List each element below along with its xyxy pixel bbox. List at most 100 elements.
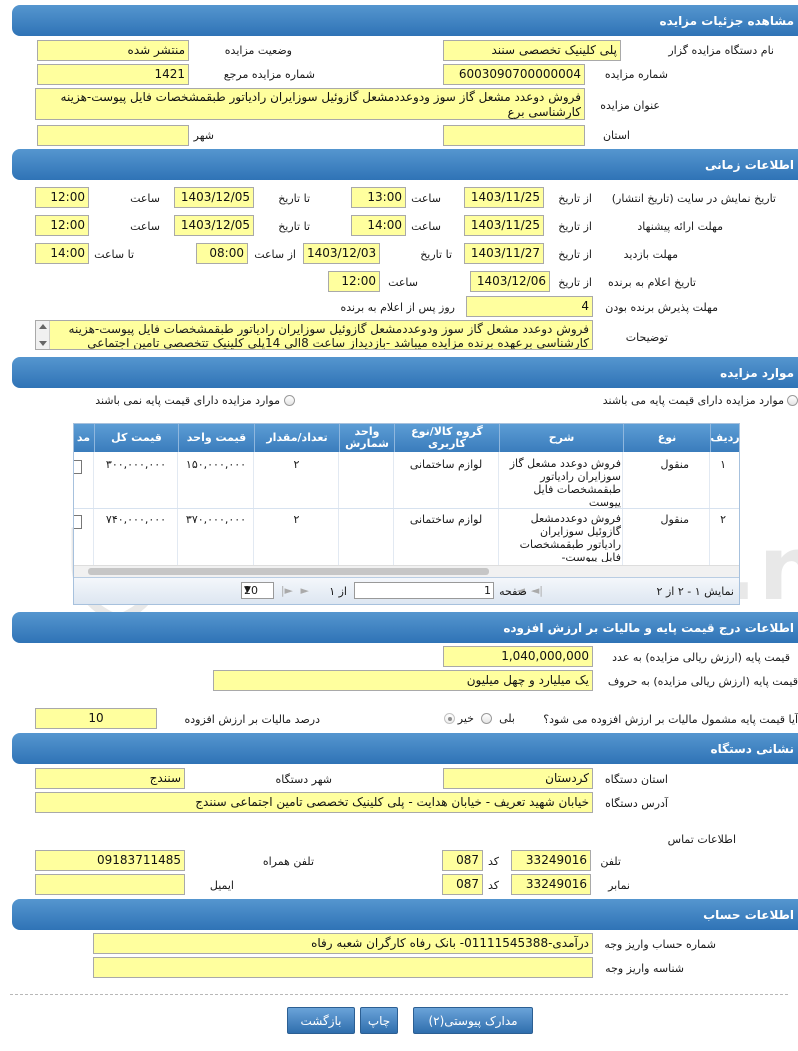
phone-code-field[interactable]: 087 [442, 850, 483, 871]
cell-total: ۳۰۰,۰۰۰,۰۰۰ [105, 458, 167, 471]
cell-desc: فروش دوعدد مشعل گاز سوزایران رادیاتور طب… [509, 457, 621, 509]
status-field[interactable]: منتشر شده [37, 40, 189, 61]
description-textarea[interactable]: فروش دوعدد مشعل گاز سوز ودوعددمشعل گازوئ… [35, 320, 593, 350]
scroll-down-icon[interactable] [39, 341, 47, 346]
province-label: استان [602, 129, 630, 142]
pager-next-icon[interactable]: ► [301, 584, 309, 597]
with-base-price-radio[interactable] [787, 395, 798, 406]
section-auction-details: مشاهده جزئیات مزایده [12, 5, 798, 36]
mobile-field[interactable]: 09183711485 [35, 850, 185, 871]
ref-number-field[interactable]: 1421 [37, 64, 189, 85]
pager-last-icon[interactable]: ►| [281, 584, 293, 597]
pager-size-select[interactable]: 20 ▼ [241, 582, 274, 599]
row-action-checkbox[interactable] [74, 460, 82, 474]
offer-from-time-label: ساعت [411, 220, 441, 233]
fax-field[interactable]: 33249016 [511, 874, 591, 895]
offer-to-date-field[interactable]: 1403/12/05 [174, 215, 254, 236]
scroll-up-icon[interactable] [39, 324, 47, 329]
without-base-price-radio[interactable] [284, 395, 295, 406]
accept-days-field[interactable]: 4 [466, 296, 593, 317]
visit-from-time-label: از ساعت [254, 248, 296, 261]
vat-percent-field[interactable]: 10 [35, 708, 157, 729]
cell-qty: ۲ [293, 458, 300, 471]
pager-first-icon[interactable]: |◄ [531, 584, 543, 597]
account-number-field[interactable]: درآمدی-01111545388- بانک رفاه کارگران شع… [93, 933, 593, 954]
table-horizontal-scrollbar[interactable] [74, 565, 739, 577]
winner-date-field[interactable]: 1403/12/06 [470, 271, 550, 292]
base-price-num-field[interactable]: 1,040,000,000 [443, 646, 593, 667]
org-field[interactable]: پلی کلینیک تخصصی سنند [443, 40, 621, 61]
visit-from-date-field[interactable]: 1403/11/27 [464, 243, 544, 264]
city-field[interactable] [37, 125, 189, 146]
display-to-time-field[interactable]: 12:00 [35, 187, 89, 208]
pager-page-input[interactable]: 1 [354, 582, 494, 599]
pager-page-label: صفحه [499, 585, 527, 598]
visit-to-date-label: تا تاریخ [420, 248, 452, 261]
account-number-label: شماره حساب واریز وجه [604, 938, 716, 951]
number-field[interactable]: 6003090700000004 [443, 64, 585, 85]
title-field[interactable]: فروش دوعدد مشعل گاز سوز ودوعددمشعل گازوئ… [35, 88, 585, 120]
device-address-label: آدرس دستگاه [605, 797, 668, 810]
cell-unit-price: ۱۵۰,۰۰۰,۰۰۰ [185, 458, 247, 471]
without-base-price-label: موارد مزایده دارای قیمت پایه نمی باشند [95, 394, 280, 407]
province-field[interactable] [443, 125, 585, 146]
visit-from-time-field[interactable]: 08:00 [196, 243, 248, 264]
visit-to-date-field[interactable]: 1403/12/03 [303, 243, 380, 264]
offer-to-time-field[interactable]: 12:00 [35, 215, 89, 236]
description-scrollbar[interactable] [36, 321, 50, 349]
base-price-words-field[interactable]: یک میلیارد و چهل میلیون [213, 670, 593, 691]
display-from-date-field[interactable]: 1403/11/25 [464, 187, 544, 208]
col-row[interactable]: ردیف [710, 424, 739, 452]
payment-id-field[interactable] [93, 957, 593, 978]
device-city-field[interactable]: سنندج [35, 768, 185, 789]
phone-field[interactable]: 33249016 [511, 850, 591, 871]
display-date-label: تاریخ نمایش در سایت (تاریخ انتشار) [611, 192, 776, 205]
vat-no-label: خیر [457, 712, 474, 725]
vat-no-radio[interactable] [444, 713, 455, 724]
display-to-date-field[interactable]: 1403/12/05 [174, 187, 254, 208]
col-unit-price[interactable]: قیمت واحد [178, 424, 254, 452]
print-button[interactable]: چاپ [360, 1007, 398, 1034]
offer-from-date-label: از تاریخ [558, 220, 592, 233]
payment-id-label: شناسه واریز وجه [605, 962, 684, 975]
back-button[interactable]: بازگشت [287, 1007, 355, 1034]
phone-code-label: کد [487, 855, 499, 868]
row-action-checkbox[interactable] [74, 515, 82, 529]
email-field[interactable] [35, 874, 185, 895]
attachments-button[interactable]: مدارک پیوستی(۲) [413, 1007, 533, 1034]
col-desc[interactable]: شرح [499, 424, 623, 452]
vat-question-label: آیا قیمت پایه مشمول مالیات بر ارزش افزود… [543, 713, 798, 726]
device-address-field[interactable]: خیابان شهید تعریف - خیابان هدایت - پلی ک… [35, 792, 593, 813]
col-unit[interactable]: واحد شمارش [339, 424, 394, 452]
cell-qty: ۲ [293, 513, 300, 526]
offer-from-time-field[interactable]: 14:00 [351, 215, 406, 236]
winner-time-field[interactable]: 12:00 [328, 271, 380, 292]
device-city-label: شهر دستگاه [275, 773, 332, 786]
col-qty[interactable]: تعداد/مقدار [254, 424, 339, 452]
base-price-words-label: قیمت پایه (ارزش ریالی مزایده) به حروف [607, 675, 798, 688]
scrollbar-thumb[interactable] [88, 568, 489, 575]
col-group[interactable]: گروه کالا/نوع کاربری [394, 424, 499, 452]
device-province-field[interactable]: کردستان [443, 768, 593, 789]
pager-summary: نمایش ۱ - ۲ از ۲ [656, 585, 734, 598]
table-pager: نمایش ۱ - ۲ از ۲ |◄ ◄ صفحه 1 از ۱ ► ►| 2… [74, 577, 739, 604]
col-total[interactable]: قیمت کل [94, 424, 178, 452]
col-extra[interactable]: مد [74, 424, 94, 452]
cell-type: منقول [660, 513, 689, 526]
offer-to-date-label: تا تاریخ [278, 220, 310, 233]
offer-deadline-label: مهلت ارائه پیشنهاد [637, 220, 723, 233]
description-line-2: کارشناسی برعهده برنده مزایده میباشد -باز… [87, 336, 589, 350]
base-price-num-label: قیمت پایه (ارزش ریالی مزایده) به عدد [612, 651, 790, 664]
fax-code-field[interactable]: 087 [442, 874, 483, 895]
display-from-time-field[interactable]: 13:00 [351, 187, 406, 208]
cell-group: لوازم ساختمانی [409, 513, 483, 526]
col-type[interactable]: نوع [623, 424, 710, 452]
pager-of-label: از ۱ [329, 585, 347, 598]
winner-from-date-label: از تاریخ [558, 276, 592, 289]
fax-code-label: کد [487, 879, 499, 892]
section-device-address: نشانی دستگاه [12, 733, 798, 764]
section-items: موارد مزایده [12, 357, 798, 388]
vat-yes-radio[interactable] [481, 713, 492, 724]
visit-to-time-field[interactable]: 14:00 [35, 243, 89, 264]
offer-from-date-field[interactable]: 1403/11/25 [464, 215, 544, 236]
